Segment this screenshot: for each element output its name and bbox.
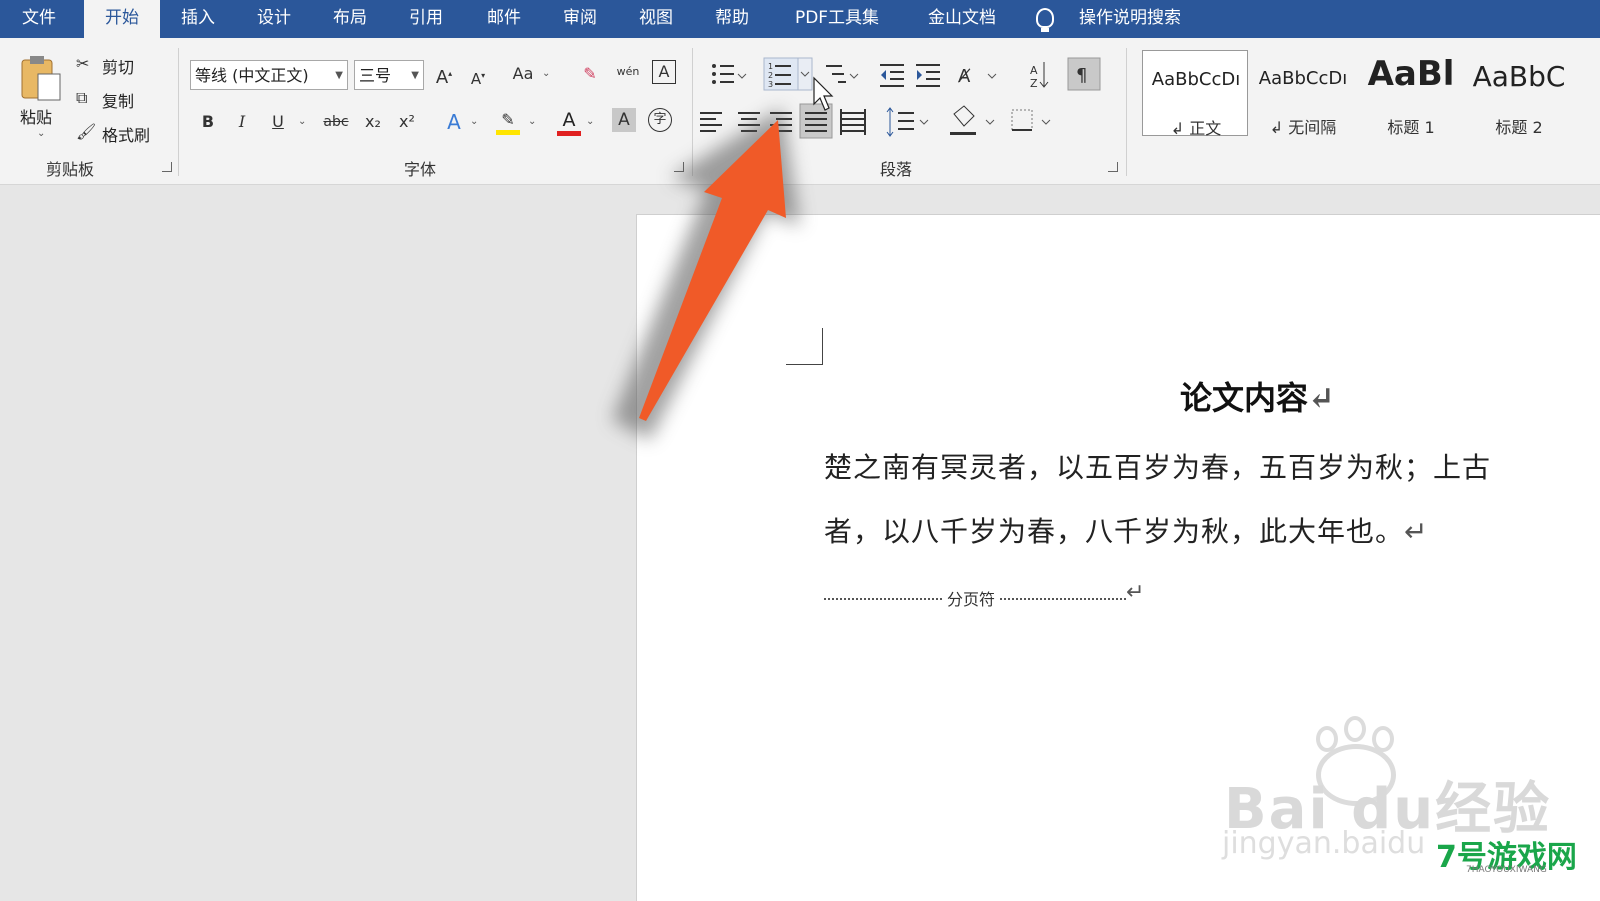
annotation-overlay (612, 76, 834, 440)
mouse-cursor-icon (813, 76, 834, 111)
